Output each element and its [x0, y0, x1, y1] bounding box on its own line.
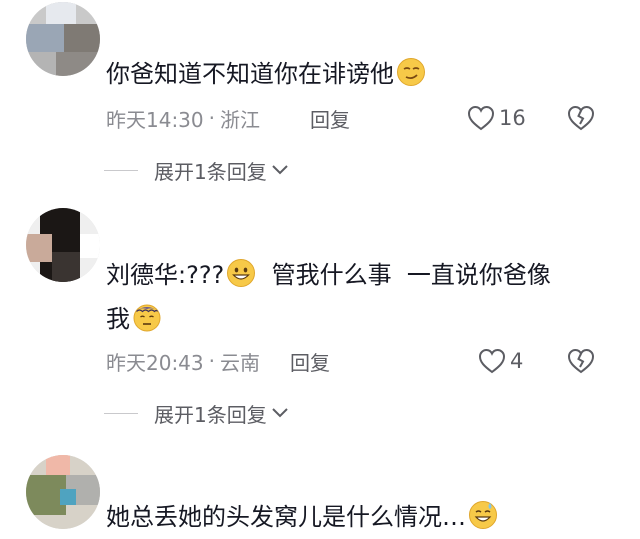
reply-button[interactable]: 回复 — [310, 104, 350, 133]
comment-meta: 昨天20:43 · 云南 回复 — [106, 346, 330, 376]
heart-icon — [467, 105, 495, 131]
like-button[interactable]: 16 — [467, 103, 526, 133]
comment-location: 浙江 — [220, 107, 260, 132]
reply-button[interactable]: 回复 — [290, 347, 330, 376]
comment-text: 你爸知道不知道你在诽谤他 — [106, 53, 426, 96]
meta-separator: · — [208, 349, 215, 373]
expand-label: 展开1条回复 — [154, 159, 267, 184]
chevron-down-icon — [272, 165, 288, 175]
comment-text-content: 刘德华:??? — [106, 261, 225, 289]
like-count: 16 — [499, 106, 526, 130]
comment-time: 昨天14:30 — [106, 107, 204, 132]
like-button[interactable]: 4 — [478, 346, 523, 376]
grin-emoji — [227, 259, 256, 287]
expand-replies-button[interactable]: 展开1条回复 — [104, 155, 289, 185]
comment-text-content: 我 — [106, 305, 130, 333]
avatar[interactable] — [26, 455, 100, 529]
broken-heart-icon[interactable] — [566, 346, 596, 376]
comment-meta: 昨天14:30 · 浙江 回复 — [106, 103, 350, 133]
comment-time: 昨天20:43 — [106, 350, 204, 375]
broken-heart-icon[interactable] — [566, 103, 596, 133]
comment-location: 云南 — [220, 350, 260, 375]
avatar[interactable] — [26, 2, 100, 76]
comment-text-content: 管我什么事 一直说你爸像 — [256, 261, 551, 289]
comment-text-content: 你爸知道不知道你在诽谤他 — [106, 60, 394, 88]
chevron-down-icon — [272, 408, 288, 418]
sweat-smile-emoji — [469, 501, 497, 529]
smirk-emoji — [397, 58, 425, 86]
divider-line — [104, 169, 138, 171]
comment-text: 她总丢她的头发窝儿是什么情况… — [106, 496, 498, 539]
heart-icon — [478, 348, 506, 374]
comment-text: 我 — [106, 298, 162, 341]
dizzy-emoji — [133, 304, 161, 332]
expand-replies-button[interactable]: 展开1条回复 — [104, 398, 289, 428]
avatar[interactable] — [26, 208, 100, 282]
comment-text-content: 她总丢她的头发窝儿是什么情况… — [106, 503, 466, 531]
comment-text: 刘德华:??? 管我什么事 一直说你爸像 — [106, 254, 551, 297]
divider-line — [104, 412, 138, 414]
expand-label: 展开1条回复 — [154, 402, 267, 427]
meta-separator: · — [208, 106, 215, 130]
like-count: 4 — [510, 349, 524, 373]
